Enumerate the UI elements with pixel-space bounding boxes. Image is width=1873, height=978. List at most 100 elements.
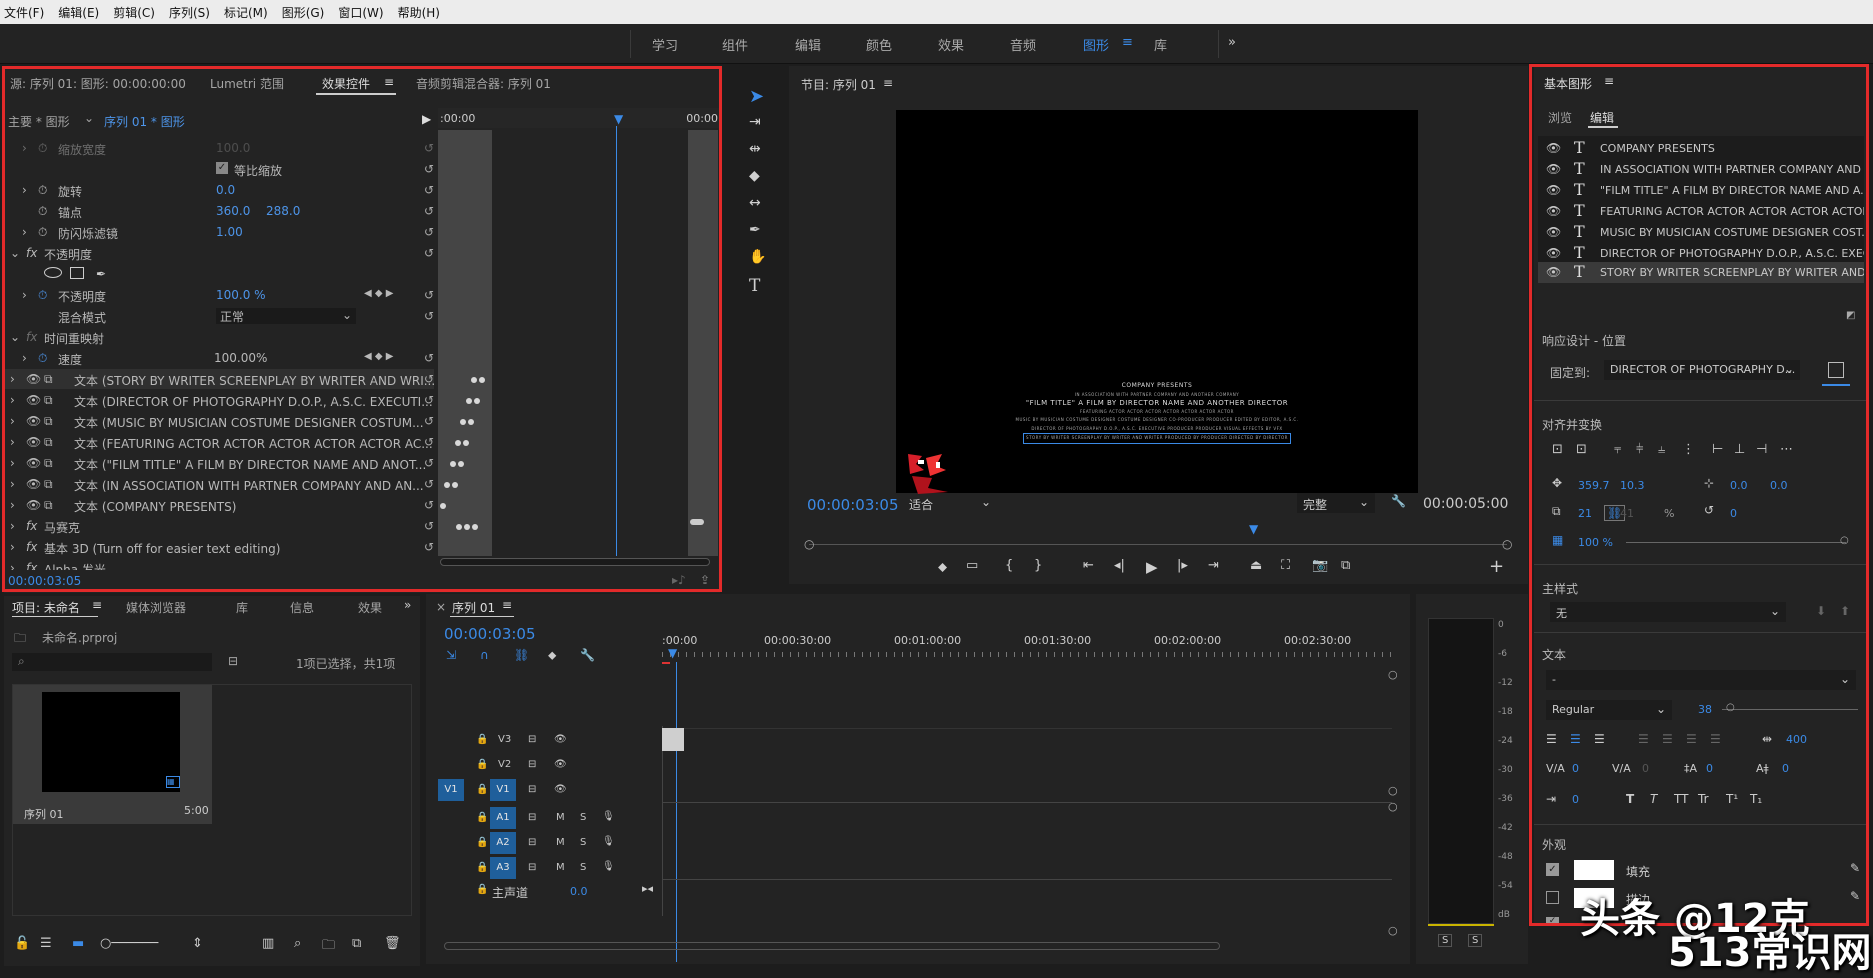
automate-icon[interactable]: ▥	[262, 936, 274, 951]
pin-edges-widget[interactable]	[1818, 352, 1854, 388]
scroll-handle[interactable]: ○	[1388, 800, 1398, 813]
sync-lock-icon[interactable]: ⊟	[528, 734, 536, 745]
eye-icon[interactable]: 👁	[26, 456, 41, 470]
tracking-value[interactable]: 400	[1786, 733, 1807, 746]
eye-icon[interactable]: 👁	[26, 414, 41, 428]
tab-width-value[interactable]: 0	[1572, 793, 1579, 806]
ellipse-mask-icon[interactable]	[44, 267, 62, 278]
panel-menu-icon[interactable]: ≡	[384, 75, 394, 89]
add-marker-icon[interactable]: ⬥	[938, 560, 947, 575]
more-workspaces-icon[interactable]: »	[1228, 35, 1236, 50]
small-caps-icon[interactable]: Tr	[1698, 792, 1709, 806]
playhead-icon[interactable]: ▼	[614, 112, 623, 126]
tab-info[interactable]: 信息	[290, 599, 314, 616]
lock-icon[interactable]: 🔓	[14, 936, 30, 951]
reset-icon[interactable]: ↺	[424, 498, 434, 512]
reset-icon[interactable]: ↺	[424, 393, 434, 407]
menu-markers[interactable]: 标记(M)	[224, 4, 268, 21]
pin-to-dropdown[interactable]: DIRECTOR OF PHOTOGRAPHY D... ⌄	[1604, 360, 1800, 380]
chevron-right-icon[interactable]: ›	[22, 288, 27, 302]
add-marker-icon[interactable]: ⬥	[548, 648, 556, 663]
chevron-down-icon[interactable]: ⌄	[981, 495, 991, 509]
playhead-icon[interactable]: ▼	[668, 646, 677, 660]
keyframe-nav-icon[interactable]: ◀ ◆ ▶	[364, 288, 393, 299]
eyedropper-icon[interactable]: ✎	[1850, 889, 1860, 903]
reset-icon[interactable]: ↺	[424, 435, 434, 449]
stopwatch-icon[interactable]: ⏱	[38, 351, 47, 366]
reset-icon[interactable]: ↺	[424, 141, 434, 155]
transform-icon[interactable]: ⧉	[44, 393, 53, 408]
eye-icon[interactable]: 👁	[26, 435, 41, 449]
reset-icon[interactable]: ↺	[424, 540, 434, 554]
reset-icon[interactable]: ↺	[424, 372, 434, 386]
distribute-horizontal-icon[interactable]: ⋯	[1780, 442, 1793, 457]
export-icon[interactable]: ⇪	[700, 573, 710, 587]
microphone-icon[interactable]: 🎙	[602, 836, 615, 847]
credit-line-selected[interactable]: STORY BY WRITER SCREENPLAY BY WRITER AND…	[1023, 433, 1291, 444]
opacity-slider[interactable]	[1626, 542, 1846, 543]
scale-height-value[interactable]: 41	[1620, 507, 1634, 520]
trash-icon[interactable]: 🗑	[384, 936, 401, 951]
eyedropper-icon[interactable]: ✎	[1850, 861, 1860, 875]
master-volume-value[interactable]: 0.0	[570, 885, 588, 898]
source-patch-v1[interactable]: V1	[438, 779, 464, 801]
chevron-right-icon[interactable]: ›	[22, 225, 27, 239]
chevron-right-icon[interactable]: ›	[10, 414, 15, 428]
font-size-slider[interactable]	[1722, 709, 1858, 710]
tab-project[interactable]: 项目: 未命名	[12, 599, 80, 616]
sequence-clip-label[interactable]: 序列 01 * 图形	[104, 113, 185, 130]
reset-icon[interactable]: ↺	[424, 225, 434, 239]
chevron-right-icon[interactable]: ›	[10, 561, 15, 570]
align-vertical-center-icon[interactable]: ⊡	[1552, 442, 1563, 457]
workspace-tab-editing[interactable]: 编辑	[795, 35, 821, 54]
layer-row[interactable]: › 👁 ⧉ 文本 (IN ASSOCIATION WITH PARTNER CO…	[4, 474, 434, 494]
solo-button[interactable]: S	[580, 862, 586, 873]
layer-row[interactable]: › 👁 ⧉ 文本 (STORY BY WRITER SCREENPLAY BY …	[4, 369, 435, 389]
all-caps-icon[interactable]: TT	[1674, 792, 1688, 806]
reset-icon[interactable]: ↺	[424, 162, 434, 176]
chevron-right-icon[interactable]: ›	[10, 498, 15, 512]
new-bin-icon[interactable]: 🗀	[322, 936, 335, 958]
microphone-icon[interactable]: 🎙	[602, 861, 615, 872]
slider-handle[interactable]: ○	[1726, 702, 1735, 713]
extract-icon[interactable]: ⛶	[1281, 558, 1290, 573]
track-target-a1[interactable]: A1	[490, 807, 516, 829]
chevron-right-icon[interactable]: ›	[22, 351, 27, 365]
chevron-right-icon[interactable]: ›	[22, 141, 27, 155]
scale-value[interactable]: 21	[1578, 507, 1592, 520]
search-input[interactable]: ⌕	[12, 653, 212, 671]
timeline-ruler[interactable]: :00:00 00:00:30:00 00:01:00:00 00:01:30:…	[662, 634, 1392, 660]
wrench-icon[interactable]: 🔧	[1391, 494, 1406, 508]
justify-right-icon[interactable]: ☰	[1686, 732, 1697, 746]
eye-icon[interactable]: 👁	[554, 784, 567, 795]
mark-out-icon[interactable]: }	[1034, 558, 1042, 573]
rotation-value[interactable]: 0.0	[216, 183, 235, 197]
menu-file[interactable]: 文件(F)	[4, 4, 44, 21]
track-label[interactable]: V2	[498, 759, 511, 770]
playhead-icon[interactable]: ▼	[1249, 522, 1258, 536]
sync-lock-icon[interactable]: ⊟	[528, 812, 536, 823]
stopwatch-icon[interactable]: ⏱	[38, 288, 47, 303]
go-to-out-icon[interactable]: ⇥	[1208, 558, 1219, 573]
align-right-icon[interactable]: ⊣	[1756, 442, 1767, 457]
layer-item[interactable]: 👁 T COMPANY PRESENTS	[1538, 138, 1864, 159]
pen-mask-icon[interactable]: ✒	[96, 267, 106, 281]
workspace-tab-assembly[interactable]: 组件	[722, 35, 748, 54]
track-target-a3[interactable]: A3	[490, 857, 516, 879]
tab-browse[interactable]: 浏览	[1548, 109, 1572, 126]
kerning-value[interactable]: 0	[1572, 762, 1579, 775]
list-view-icon[interactable]: ☰	[40, 936, 52, 951]
transform-icon[interactable]: ⧉	[44, 456, 53, 471]
fx-icon[interactable]: fx	[26, 519, 37, 533]
fx-icon[interactable]: fx	[26, 561, 37, 570]
tab-media-browser[interactable]: 媒体浏览器	[126, 599, 186, 616]
more-tabs-icon[interactable]: »	[404, 598, 411, 612]
tab-sequence[interactable]: 序列 01	[452, 599, 495, 616]
program-scrubber[interactable]	[809, 544, 1507, 545]
align-middle-icon[interactable]: ⫩	[1636, 442, 1643, 457]
anchor-x-value[interactable]: 360.0	[216, 204, 250, 218]
align-text-right-icon[interactable]: ☰	[1594, 732, 1605, 746]
workspace-tab-color[interactable]: 颜色	[866, 35, 892, 54]
eye-icon[interactable]: 👁	[1546, 265, 1561, 279]
layer-row[interactable]: › 👁 ⧉ 文本 (COMPANY PRESENTS) ↺	[4, 495, 434, 515]
